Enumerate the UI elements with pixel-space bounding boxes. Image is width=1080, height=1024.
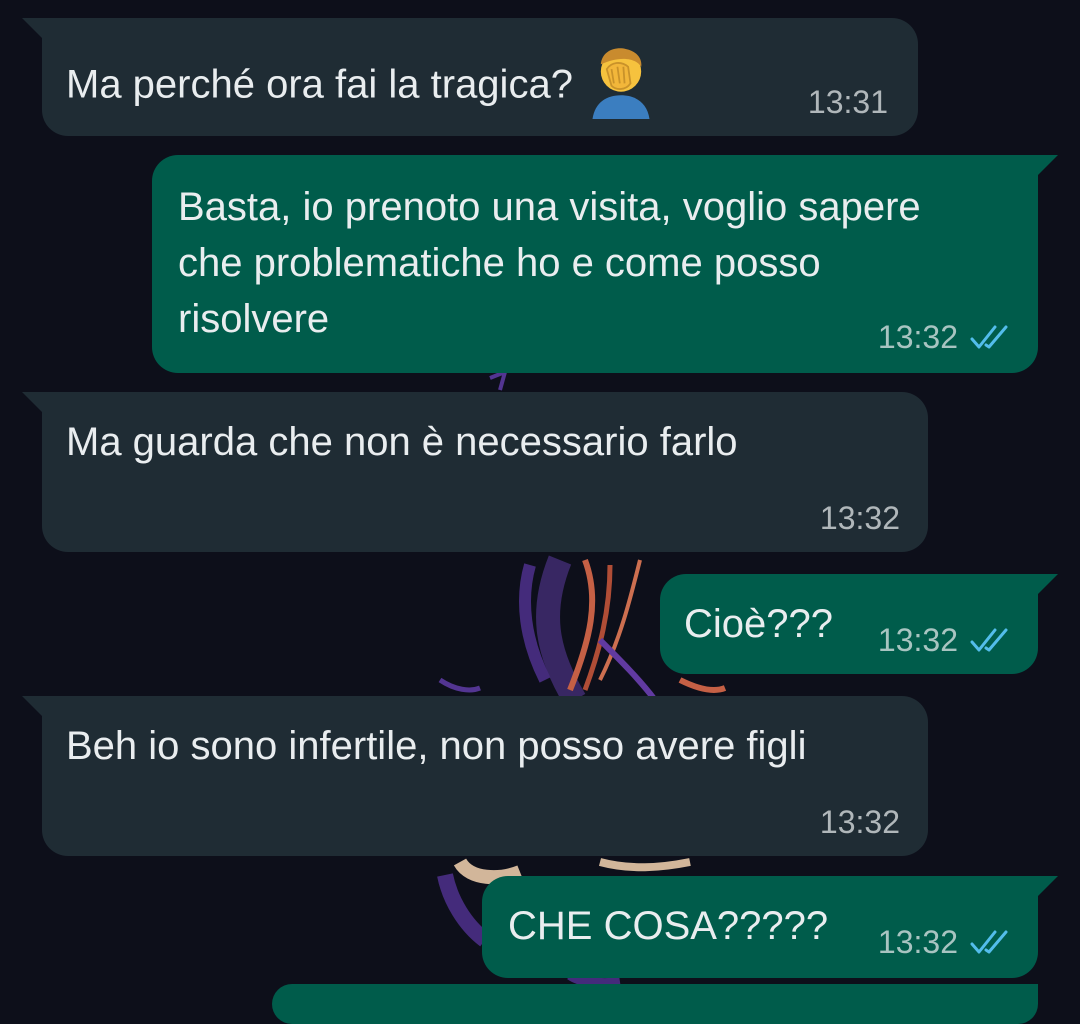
bubble-tail (22, 696, 48, 722)
bubble-tail (1032, 876, 1058, 902)
message-text: Cioè??? (684, 602, 834, 646)
message-time: 13:32 (877, 622, 958, 658)
message-meta: 13:32 (820, 500, 900, 536)
message-time: 13:32 (819, 500, 900, 536)
message-meta: 13:31 (808, 84, 888, 120)
read-receipt-icon (970, 325, 1008, 349)
message-incoming[interactable]: Ma perché ora fai la tragica? 13:31 (22, 18, 918, 136)
message-incoming[interactable]: Ma guarda che non è necessario farlo 13:… (22, 392, 928, 552)
message-text: Basta, io prenoto una visita, voglio sap… (178, 185, 932, 341)
bubble-tail (1032, 574, 1058, 600)
message-outgoing-partial[interactable] (272, 984, 1038, 1024)
bubble-tail (1032, 155, 1058, 181)
message-time: 13:31 (807, 84, 888, 120)
man-facepalming-icon (592, 48, 650, 119)
message-meta: 13:32 (878, 319, 1016, 355)
message-text: Ma guarda che non è necessario farlo (66, 420, 738, 464)
message-time: 13:32 (877, 319, 958, 355)
message-time: 13:32 (819, 804, 900, 840)
message-text: Beh io sono infertile, non posso avere f… (66, 724, 807, 768)
read-receipt-icon (970, 628, 1008, 652)
bubble-tail (22, 18, 48, 44)
message-text: CHE COSA????? (508, 904, 829, 948)
message-outgoing[interactable]: CHE COSA????? 13:32 (482, 876, 1058, 978)
message-meta: 13:32 (820, 804, 900, 840)
bubble-tail (22, 392, 48, 418)
message-outgoing[interactable]: Basta, io prenoto una visita, voglio sap… (152, 155, 1058, 373)
message-meta: 13:32 (878, 924, 1016, 960)
message-meta: 13:32 (878, 622, 1016, 658)
message-incoming[interactable]: Beh io sono infertile, non posso avere f… (22, 696, 928, 856)
message-outgoing[interactable]: Cioè??? 13:32 (660, 574, 1058, 674)
message-text: Ma perché ora fai la tragica? (66, 48, 786, 125)
message-time: 13:32 (877, 924, 958, 960)
read-receipt-icon (970, 930, 1008, 954)
